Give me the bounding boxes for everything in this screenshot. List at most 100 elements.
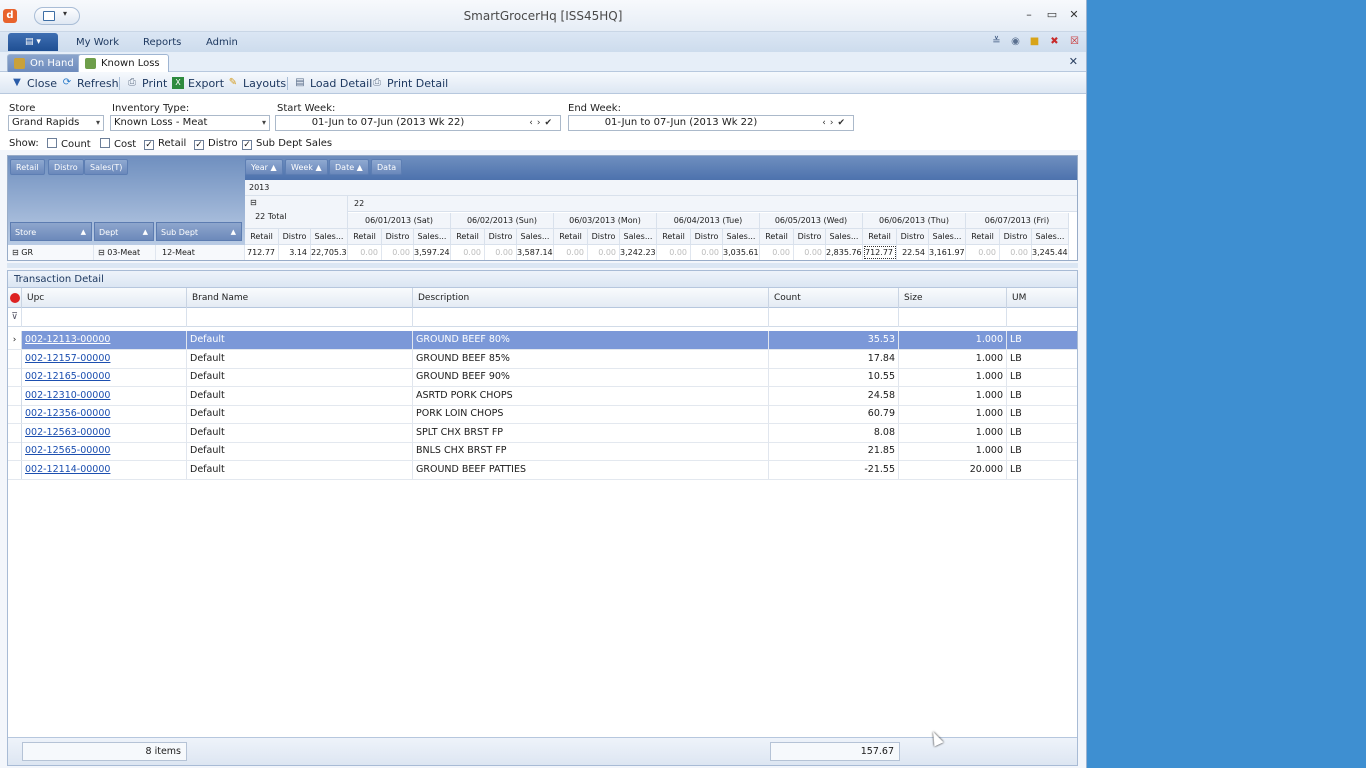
maximize-button[interactable]: ▭ <box>1044 8 1060 21</box>
print-detail-button[interactable]: ⎙ Print Detail <box>371 77 448 90</box>
end-week-picker[interactable]: 01-Jun to 07-Jun (2013 Wk 22) ‹›✔ <box>568 115 854 131</box>
pivot-measure-header[interactable]: Distro <box>485 229 517 245</box>
pivot-date-header[interactable]: 06/01/2013 (Sat) <box>348 213 451 229</box>
pivot-column-field-year[interactable]: Year ▲ <box>245 159 283 175</box>
pivot-value-cell[interactable]: 0.00 <box>794 245 826 260</box>
layouts-button[interactable]: ✎ Layouts <box>227 77 286 90</box>
help-icon[interactable]: ◉ <box>1009 35 1022 48</box>
filter-icon[interactable]: ⊽ <box>8 308 22 327</box>
pivot-value-cell[interactable]: 3,587.14 <box>517 245 554 260</box>
table-row[interactable]: ›002-12165-00000DefaultGROUND BEEF 90%10… <box>8 368 1077 387</box>
pivot-value-cell[interactable]: 3,035.61 <box>723 245 760 260</box>
table-row[interactable]: ›002-12563-00000DefaultSPLT CHX BRST FP8… <box>8 423 1077 443</box>
column-header-brand-name[interactable]: Brand Name <box>187 288 413 308</box>
pivot-measure-header[interactable]: Distro <box>279 229 311 245</box>
show-distro-checkbox[interactable]: ✓ Distro <box>194 138 238 150</box>
pivot-measure-header[interactable]: Sales... <box>620 229 657 245</box>
upc-link[interactable]: 002-12114-00000 <box>22 460 187 479</box>
row-indicator[interactable]: › <box>8 423 22 442</box>
pivot-value-cell[interactable]: 0.00 <box>966 245 1000 260</box>
collapse-ribbon-icon[interactable]: ≚ <box>990 35 1003 48</box>
close-all-icon[interactable]: ☒ <box>1068 35 1081 48</box>
pivot-measure-header[interactable]: Sales... <box>1032 229 1069 245</box>
pivot-value-cell[interactable]: 0.00 <box>451 245 485 260</box>
show-count-checkbox[interactable]: Count <box>47 138 91 150</box>
pivot-value-cell[interactable]: 0.00 <box>348 245 382 260</box>
pivot-date-header[interactable]: 06/03/2013 (Mon) <box>554 213 657 229</box>
pivot-measure-header[interactable]: Distro <box>794 229 826 245</box>
pivot-data-field-distro[interactable]: Distro <box>48 159 84 175</box>
inventory-type-select[interactable]: Known Loss - Meat ▾ <box>110 115 270 131</box>
row-indicator[interactable]: › <box>8 460 22 479</box>
tab-on-hand[interactable]: On Hand <box>7 54 83 72</box>
pivot-value-cell[interactable]: 712.77 <box>245 245 279 260</box>
pivot-measure-header[interactable]: Distro <box>691 229 723 245</box>
close-window-button[interactable]: ✕ <box>1066 8 1082 21</box>
upc-link[interactable]: 002-12310-00000 <box>22 386 187 405</box>
splitter-handle[interactable] <box>7 263 1078 268</box>
pivot-measure-header[interactable]: Retail <box>451 229 485 245</box>
filter-cell-size[interactable] <box>899 308 1007 327</box>
pivot-row-dept[interactable]: ⊟ 03-Meat <box>94 245 156 260</box>
upc-link[interactable]: 002-12565-00000 <box>22 442 187 460</box>
pivot-date-header[interactable]: 06/02/2013 (Sun) <box>451 213 554 229</box>
filter-cell-description[interactable] <box>413 308 769 327</box>
pivot-value-cell[interactable]: 0.00 <box>1000 245 1032 260</box>
week-nav-icon[interactable]: ‹›✔ <box>529 116 556 130</box>
pivot-measure-header[interactable]: Retail <box>245 229 279 245</box>
pivot-date-header[interactable]: 06/06/2013 (Thu) <box>863 213 966 229</box>
pivot-value-cell[interactable]: 0.00 <box>588 245 620 260</box>
pivot-value-cell[interactable]: 0.00 <box>691 245 723 260</box>
row-indicator[interactable]: › <box>8 386 22 405</box>
pivot-measure-header[interactable]: Retail <box>966 229 1000 245</box>
close-document-icon[interactable]: ✕ <box>1069 55 1078 68</box>
table-row[interactable]: › 002-12113-00000 Default GROUND BEEF 80% 35… <box>8 331 1077 350</box>
pivot-row-field-store[interactable]: Store ▲ <box>10 222 92 241</box>
menu-reports[interactable]: Reports <box>143 37 181 48</box>
column-header-description[interactable]: Description <box>413 288 769 308</box>
pivot-value-cell[interactable]: 22.54 <box>897 245 929 260</box>
row-indicator[interactable]: › <box>8 405 22 423</box>
print-button[interactable]: ⎙ Print <box>126 77 167 90</box>
start-week-picker[interactable]: 01-Jun to 07-Jun (2013 Wk 22) ‹›✔ <box>275 115 561 131</box>
upc-link[interactable]: 002-12157-00000 <box>22 349 187 368</box>
pivot-row-sub-dept[interactable]: 12-Meat <box>156 245 245 260</box>
pivot-measure-header[interactable]: Distro <box>588 229 620 245</box>
application-menu-button[interactable]: ▤ ▾ <box>8 33 58 51</box>
row-indicator-icon[interactable]: › <box>8 331 22 349</box>
column-header-size[interactable]: Size <box>899 288 1007 308</box>
row-indicator[interactable]: › <box>8 349 22 368</box>
store-select[interactable]: Grand Rapids ▾ <box>8 115 104 131</box>
pivot-column-field-data[interactable]: Data <box>371 159 403 175</box>
pivot-value-cell[interactable]: 3,242.23 <box>620 245 657 260</box>
column-header-upc[interactable]: Upc <box>22 288 187 308</box>
filter-cell-brand[interactable] <box>187 308 413 327</box>
pivot-measure-header[interactable]: Distro <box>897 229 929 245</box>
pivot-row-field-dept[interactable]: Dept ▲ <box>94 222 154 241</box>
pivot-value-cell[interactable]: 3,161.97 <box>929 245 966 260</box>
load-detail-button[interactable]: ▤ Load Detail <box>294 77 372 90</box>
pivot-measure-header[interactable]: Retail <box>554 229 588 245</box>
tab-known-loss[interactable]: Known Loss <box>78 54 169 72</box>
pivot-measure-header[interactable]: Retail <box>863 229 897 245</box>
filter-cell-upc[interactable] <box>22 308 187 327</box>
pivot-measure-header[interactable]: Sales... <box>414 229 451 245</box>
column-header-count[interactable]: Count <box>769 288 899 308</box>
pivot-value-cell[interactable]: 0.00 <box>382 245 414 260</box>
pivot-row-store[interactable]: ⊟ GR <box>8 245 94 260</box>
pivot-value-cell[interactable]: 3,597.24 <box>414 245 451 260</box>
menu-admin[interactable]: Admin <box>206 37 238 48</box>
upc-link[interactable]: 002-12356-00000 <box>22 405 187 423</box>
pivot-measure-header[interactable]: Sales... <box>929 229 966 245</box>
pivot-value-cell[interactable]: 3.14 <box>279 245 311 260</box>
filter-clear-icon[interactable] <box>8 288 22 308</box>
row-indicator[interactable]: › <box>8 368 22 386</box>
pivot-column-field-date[interactable]: Date ▲ <box>329 159 369 175</box>
pivot-value-cell[interactable]: 0.00 <box>485 245 517 260</box>
pivot-value-cell[interactable]: 712.77 <box>863 245 897 260</box>
week-nav-icon[interactable]: ‹›✔ <box>822 116 849 130</box>
table-row[interactable]: ›002-12310-00000DefaultASRTD PORK CHOPS2… <box>8 386 1077 406</box>
filter-cell-um[interactable] <box>1007 308 1077 327</box>
table-row[interactable]: ›002-12157-00000DefaultGROUND BEEF 85%17… <box>8 349 1077 369</box>
export-button[interactable]: X Export <box>172 77 224 90</box>
